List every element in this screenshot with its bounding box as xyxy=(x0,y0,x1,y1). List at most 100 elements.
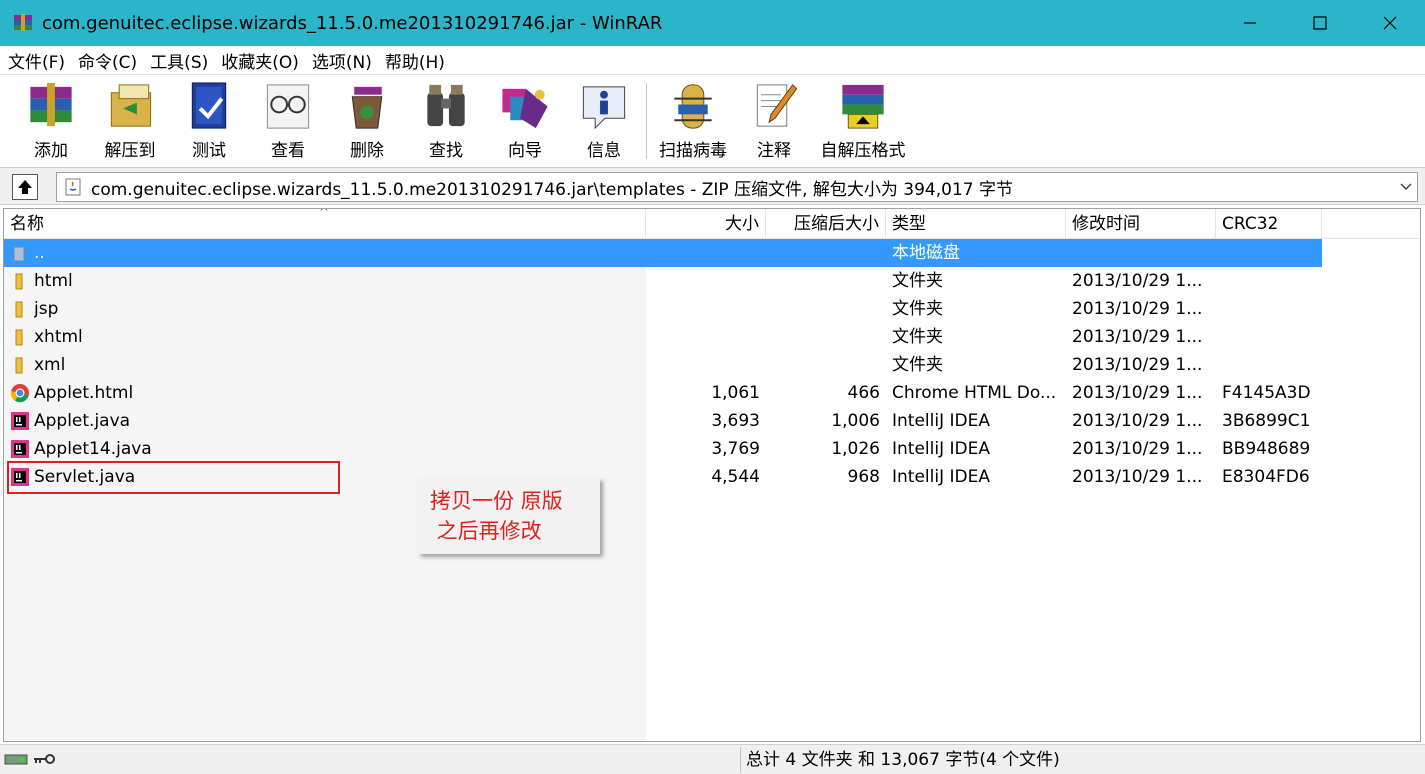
wizard-label: 向导 xyxy=(508,141,542,161)
virus-scan-icon xyxy=(674,84,712,129)
file-name: xml xyxy=(34,355,66,375)
file-crc: F4145A3D xyxy=(1222,383,1311,403)
table-row[interactable]: Applet14.java 3,769 1,026 IntelliJ IDEA … xyxy=(4,435,1322,463)
file-modified: 2013/10/29 1... xyxy=(1072,411,1203,431)
file-modified: 2013/10/29 1... xyxy=(1072,383,1203,403)
column-packed[interactable]: 压缩后大小 xyxy=(766,209,886,239)
column-size[interactable]: 大小 xyxy=(646,209,766,239)
minimize-icon xyxy=(1244,22,1256,24)
address-bar[interactable]: com.genuitec.eclipse.wizards_11.5.0.me20… xyxy=(56,172,1418,202)
close-button[interactable] xyxy=(1355,0,1425,46)
annotation-line-2: 之后再修改 xyxy=(430,519,542,543)
file-type: 文件夹 xyxy=(892,299,943,319)
file-list[interactable]: ^ 名称 大小 压缩后大小 类型 修改时间 CRC32 .. 本地磁盘 html… xyxy=(3,208,1421,742)
sfx-icon xyxy=(842,84,884,129)
annotation-line-1: 拷贝一份 原版 xyxy=(430,489,563,513)
toolbar-separator xyxy=(646,83,647,159)
minimize-button[interactable] xyxy=(1215,0,1285,46)
info-button[interactable]: 信息 xyxy=(565,79,643,161)
column-crc[interactable]: CRC32 xyxy=(1216,209,1322,239)
table-row[interactable]: xhtml 文件夹 2013/10/29 1... xyxy=(4,323,1322,351)
java-archive-icon xyxy=(65,178,81,196)
column-modified[interactable]: 修改时间 xyxy=(1066,209,1216,239)
extract-to-button[interactable]: 解压到 xyxy=(91,79,169,161)
extract-to-label: 解压到 xyxy=(104,141,156,161)
file-type: 文件夹 xyxy=(892,327,943,347)
column-name[interactable]: 名称 xyxy=(4,209,646,239)
delete-button[interactable]: 删除 xyxy=(328,79,406,161)
status-icons xyxy=(4,751,60,769)
table-row[interactable]: Applet.html 1,061 466 Chrome HTML Do... … xyxy=(4,379,1322,407)
file-packed: 1,006 xyxy=(831,411,880,431)
file-modified: 2013/10/29 1... xyxy=(1072,467,1203,487)
menu-bar: 文件(F) 命令(C) 工具(S) 收藏夹(O) 选项(N) 帮助(H) xyxy=(0,46,1425,74)
table-row[interactable]: xml 文件夹 2013/10/29 1... xyxy=(4,351,1322,379)
comment-label: 注释 xyxy=(757,141,791,161)
virus-scan-button[interactable]: 扫描病毒 xyxy=(654,79,732,161)
file-size: 4,544 xyxy=(711,467,760,487)
address-row: com.genuitec.eclipse.wizards_11.5.0.me20… xyxy=(0,167,1425,205)
maximize-button[interactable] xyxy=(1285,0,1355,46)
file-modified: 2013/10/29 1... xyxy=(1072,327,1203,347)
table-row-parent[interactable]: .. 本地磁盘 xyxy=(4,239,1322,267)
delete-icon xyxy=(351,86,383,129)
file-size xyxy=(646,239,760,267)
toolbar: 添加 解压到 测试 查看 删除 查找 向导 信息 扫描病毒 注释 自解压格式 xyxy=(0,74,1425,164)
file-size xyxy=(646,295,760,323)
up-arrow-icon xyxy=(18,180,32,194)
title-bar: com.genuitec.eclipse.wizards_11.5.0.me20… xyxy=(0,0,1425,46)
file-name: xhtml xyxy=(34,327,83,347)
address-dropdown-button[interactable] xyxy=(1395,176,1417,198)
status-separator xyxy=(740,747,741,773)
up-one-level-button[interactable] xyxy=(12,174,38,200)
column-type[interactable]: 类型 xyxy=(886,209,1066,239)
chrome-icon xyxy=(10,384,29,403)
sfx-button[interactable]: 自解压格式 xyxy=(814,79,912,161)
view-label: 查看 xyxy=(271,141,305,161)
find-label: 查找 xyxy=(429,141,463,161)
file-crc: BB948689 xyxy=(1222,439,1311,459)
annotation-highlight-box xyxy=(7,461,340,494)
file-crc xyxy=(1222,323,1322,351)
file-modified xyxy=(1072,239,1212,267)
file-name: Applet.java xyxy=(34,411,131,431)
menu-options[interactable]: 选项(N) xyxy=(312,48,372,73)
address-path: com.genuitec.eclipse.wizards_11.5.0.me20… xyxy=(91,179,1013,200)
wizard-icon xyxy=(502,88,548,129)
file-type: 本地磁盘 xyxy=(892,243,960,263)
maximize-icon xyxy=(1313,16,1327,30)
file-size: 1,061 xyxy=(711,383,760,403)
table-row[interactable]: Applet.java 3,693 1,006 IntelliJ IDEA 20… xyxy=(4,407,1322,435)
file-crc: E8304FD6 xyxy=(1222,467,1310,487)
folder-icon xyxy=(15,273,23,290)
table-row[interactable]: html 文件夹 2013/10/29 1... xyxy=(4,267,1322,295)
menu-help[interactable]: 帮助(H) xyxy=(385,48,445,73)
file-packed xyxy=(766,267,880,295)
file-modified: 2013/10/29 1... xyxy=(1072,439,1203,459)
annotation-note: 拷贝一份 原版 之后再修改 xyxy=(418,478,600,554)
info-label: 信息 xyxy=(587,141,621,161)
table-row[interactable]: jsp 文件夹 2013/10/29 1... xyxy=(4,295,1322,323)
file-packed xyxy=(766,239,880,267)
menu-file[interactable]: 文件(F) xyxy=(8,48,65,73)
menu-tools[interactable]: 工具(S) xyxy=(150,48,208,73)
test-button[interactable]: 测试 xyxy=(170,79,248,161)
add-button[interactable]: 添加 xyxy=(12,79,90,161)
file-crc xyxy=(1222,239,1322,267)
extract-to-icon xyxy=(110,84,152,127)
file-crc: 3B6899C1 xyxy=(1222,411,1311,431)
add-archive-icon xyxy=(30,82,72,127)
parent-folder-icon xyxy=(13,246,25,262)
find-button[interactable]: 查找 xyxy=(407,79,485,161)
comment-button[interactable]: 注释 xyxy=(735,79,813,161)
file-crc xyxy=(1222,295,1322,323)
file-name: Applet.html xyxy=(34,383,134,403)
view-button[interactable]: 查看 xyxy=(249,79,327,161)
menu-favorites[interactable]: 收藏夹(O) xyxy=(221,48,299,73)
file-type: 文件夹 xyxy=(892,271,943,291)
key-icon xyxy=(34,754,55,764)
menu-commands[interactable]: 命令(C) xyxy=(78,48,137,73)
wizard-button[interactable]: 向导 xyxy=(486,79,564,161)
file-modified: 2013/10/29 1... xyxy=(1072,299,1203,319)
folder-icon xyxy=(15,329,23,346)
